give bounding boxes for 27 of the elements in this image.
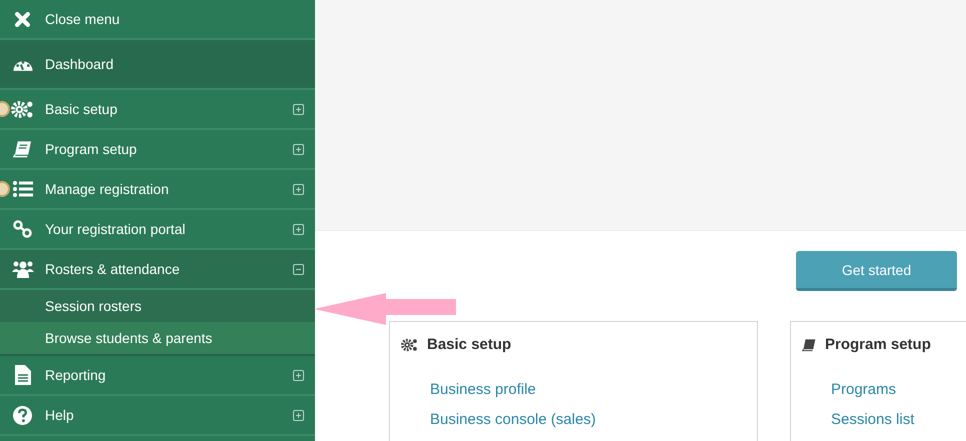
card-link[interactable]: Sessions list [831, 411, 914, 441]
card-link[interactable]: Programs [831, 381, 896, 411]
submenu-item[interactable]: Session rosters [0, 290, 315, 322]
gears-icon [11, 100, 34, 118]
users-icon [12, 260, 34, 278]
book-icon [802, 338, 816, 352]
card-title: Program setup [825, 336, 931, 353]
card-link[interactable]: Business console (sales) [430, 411, 596, 441]
menu-item[interactable]: Rosters & attendance [0, 250, 315, 290]
expand-icon[interactable] [293, 410, 304, 420]
card-title: Basic setup [427, 336, 512, 353]
document-icon [14, 365, 30, 385]
list-icon [12, 181, 32, 197]
card-link[interactable]: Business profile [430, 381, 536, 411]
get-started-button[interactable]: Get started [796, 251, 957, 291]
expand-icon[interactable] [293, 144, 304, 154]
close-icon[interactable] [15, 12, 30, 26]
help-icon [13, 406, 32, 424]
expand-icon[interactable] [293, 370, 304, 380]
menu-item[interactable]: Dashboard [0, 40, 315, 90]
collapse-icon[interactable] [293, 264, 304, 274]
link-icon [12, 220, 32, 238]
book-icon [13, 140, 32, 158]
expand-icon[interactable] [293, 184, 304, 194]
gears-icon [401, 338, 418, 352]
expand-icon[interactable] [293, 104, 304, 114]
expand-icon[interactable] [293, 224, 304, 234]
